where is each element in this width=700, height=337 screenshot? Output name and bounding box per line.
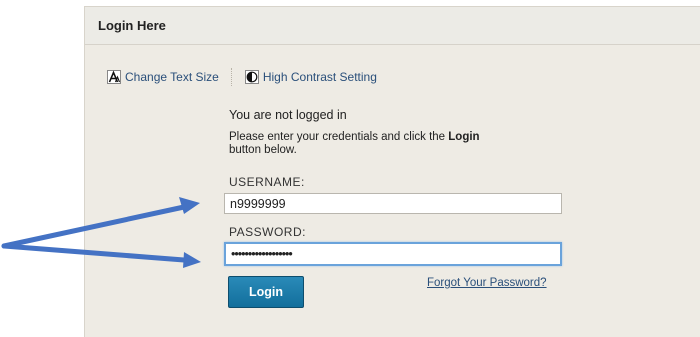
login-instructions: Please enter your credentials and click … [229,131,529,157]
contrast-icon [244,70,259,84]
accessibility-toolbar: Change Text Size High Contrast Setting [107,67,377,87]
forgot-password-link[interactable]: Forgot Your Password? [427,277,547,289]
login-panel: Login Here Change Text Size High Contras… [84,6,700,337]
high-contrast-link[interactable]: High Contrast Setting [244,70,377,84]
instructions-bold: Login [448,131,480,143]
high-contrast-label: High Contrast Setting [262,70,377,84]
toolbar-divider [230,68,233,86]
password-input[interactable] [224,242,562,266]
screenshot-stage: Login Here Change Text Size High Contras… [0,0,700,337]
font-size-icon [107,70,121,84]
instructions-suffix: button below. [229,144,297,156]
login-button[interactable]: Login [228,276,304,308]
change-text-size-label: Change Text Size [125,70,219,84]
instructions-prefix: Please enter your credentials and click … [229,131,449,143]
username-label: USERNAME: [229,175,305,189]
change-text-size-link[interactable]: Change Text Size [107,70,219,84]
username-input[interactable] [224,193,562,214]
panel-title: Login Here [98,18,166,33]
login-status: You are not logged in [229,108,347,122]
password-label: PASSWORD: [229,225,306,239]
panel-header: Login Here [85,7,700,45]
